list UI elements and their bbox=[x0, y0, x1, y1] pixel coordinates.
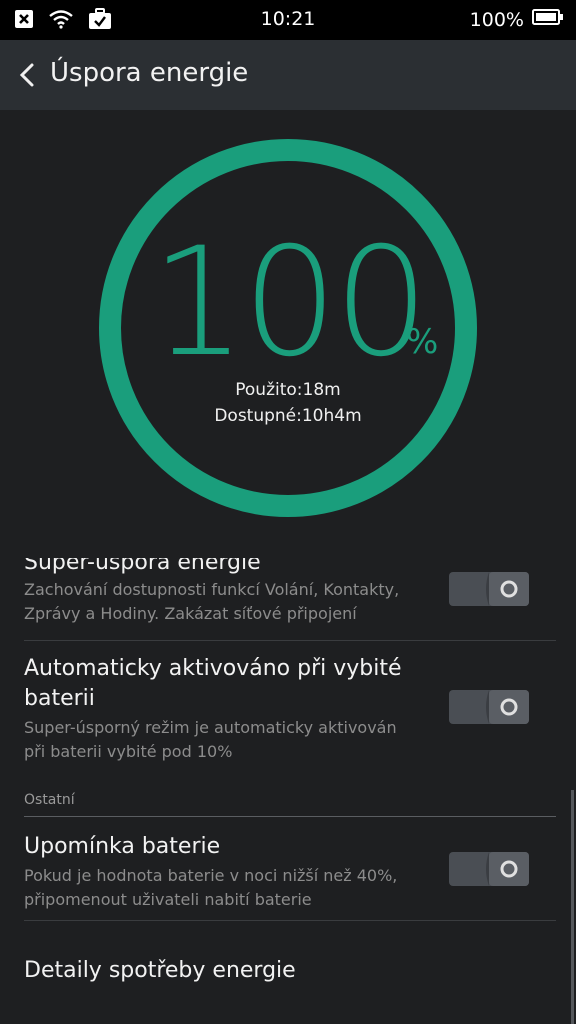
battery-level-number: 100 bbox=[150, 216, 429, 390]
setting-details-title: Detaily spotřeby energie bbox=[24, 958, 296, 983]
setting-auto-activate-subtitle-2: při baterii vybité pod 10% bbox=[24, 742, 233, 761]
back-chevron-icon[interactable] bbox=[16, 61, 38, 89]
app-bar: Úspora energie bbox=[0, 40, 576, 110]
battery-percent: 100% bbox=[469, 8, 524, 31]
page-title: Úspora energie bbox=[50, 58, 249, 88]
reminder-toggle[interactable] bbox=[449, 852, 529, 886]
battery-icon bbox=[532, 8, 564, 31]
battery-level-unit: % bbox=[406, 322, 439, 362]
setting-reminder-subtitle-2: připomenout uživateli nabití baterie bbox=[24, 890, 312, 909]
scrollbar[interactable] bbox=[571, 790, 574, 1024]
section-divider bbox=[24, 816, 556, 817]
divider bbox=[24, 920, 556, 921]
status-icons-right: 100% bbox=[470, 8, 564, 31]
section-header-other: Ostatní bbox=[24, 792, 75, 808]
status-bar: 10:21 100% bbox=[0, 0, 576, 40]
available-time: Dostupné:10h4m bbox=[214, 406, 362, 426]
setting-auto-activate-title-1: Automaticky aktivováno při vybité bbox=[24, 656, 402, 681]
setting-energy-details[interactable]: Detaily spotřeby energie bbox=[24, 956, 556, 986]
super-saver-toggle[interactable] bbox=[449, 572, 529, 606]
auto-activate-toggle[interactable] bbox=[449, 690, 529, 724]
used-time: Použito:18m bbox=[235, 380, 341, 400]
divider bbox=[24, 640, 556, 641]
